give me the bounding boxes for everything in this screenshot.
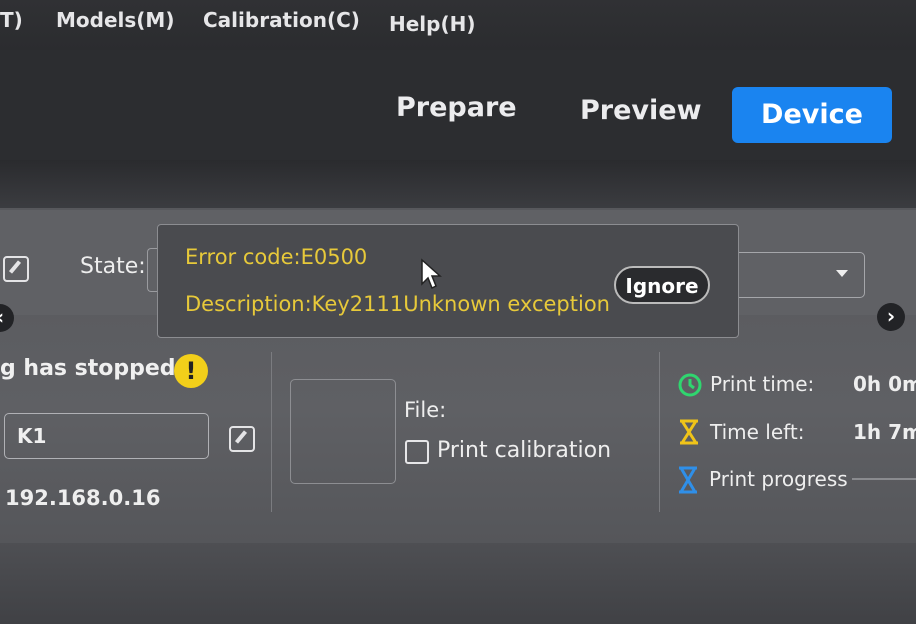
time-left-value: 1h 7m bbox=[853, 420, 916, 444]
print-calibration-checkbox[interactable] bbox=[405, 440, 429, 464]
menu-item-tools[interactable]: T) bbox=[0, 8, 23, 32]
divider bbox=[659, 352, 660, 512]
next-page-button[interactable]: › bbox=[877, 303, 905, 331]
edit-icon[interactable] bbox=[3, 256, 29, 282]
tab-bar: Prepare Preview Device bbox=[0, 50, 916, 160]
file-label: File: bbox=[404, 398, 447, 422]
cursor-icon bbox=[421, 258, 442, 290]
file-thumbnail bbox=[290, 379, 396, 484]
edit-name-icon[interactable] bbox=[229, 426, 255, 452]
tab-prepare[interactable]: Prepare bbox=[396, 92, 517, 123]
toolbar-band bbox=[0, 160, 916, 208]
chevron-down-icon[interactable] bbox=[836, 270, 848, 277]
menu-item-calibration[interactable]: Calibration(C) bbox=[203, 8, 360, 32]
tab-device[interactable]: Device bbox=[732, 87, 892, 143]
clock-icon bbox=[678, 373, 702, 397]
menu-bar: T) Models(M) Calibration(C) Help(H) bbox=[0, 0, 916, 50]
menu-item-help[interactable]: Help(H) bbox=[389, 12, 476, 36]
print-progress-label: Print progress bbox=[709, 467, 848, 491]
printer-name: K1 bbox=[17, 424, 47, 448]
print-time-label: Print time: bbox=[710, 372, 815, 396]
error-description: Description:Key2111Unknown exception bbox=[185, 292, 610, 316]
progress-icon bbox=[679, 466, 697, 494]
state-label: State: bbox=[80, 254, 146, 279]
print-calibration-label: Print calibration bbox=[437, 438, 612, 463]
menu-item-models[interactable]: Models(M) bbox=[56, 8, 174, 32]
print-progress-bar bbox=[852, 478, 916, 480]
printer-ip: 192.168.0.16 bbox=[5, 486, 161, 510]
bottom-area bbox=[0, 543, 916, 624]
printer-status: g has stopped bbox=[0, 356, 176, 381]
hourglass-icon bbox=[680, 419, 698, 445]
tab-preview[interactable]: Preview bbox=[580, 95, 702, 126]
error-code: Error code:E0500 bbox=[185, 245, 368, 269]
time-left-label: Time left: bbox=[710, 420, 805, 444]
warning-icon: ! bbox=[174, 354, 208, 388]
print-time-value: 0h 0m bbox=[853, 372, 916, 396]
divider bbox=[271, 352, 272, 512]
ignore-button[interactable]: Ignore bbox=[614, 266, 710, 304]
